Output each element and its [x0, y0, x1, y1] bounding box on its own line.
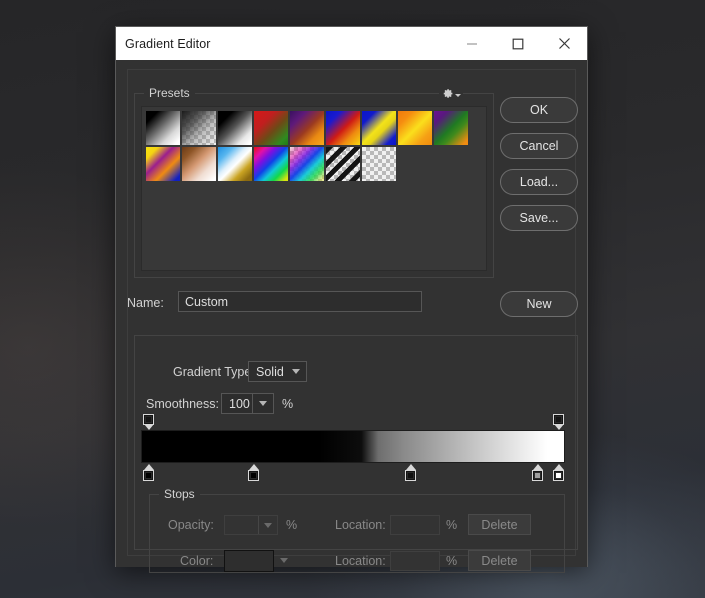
preset-swatch-red-green[interactable] — [254, 111, 288, 145]
stop-swatch — [250, 472, 257, 479]
preset-swatch-orange-yellow-orange[interactable] — [398, 111, 432, 145]
close-button[interactable] — [541, 27, 587, 60]
name-input[interactable] — [178, 291, 422, 312]
save-button[interactable]: Save... — [500, 205, 578, 231]
chevron-down-icon — [292, 369, 300, 374]
preset-swatch-fill — [218, 147, 252, 181]
preset-swatch-foreground-to-background[interactable] — [146, 111, 180, 145]
gear-icon[interactable] — [439, 85, 463, 101]
gradient-editor-dialog: Gradient Editor Presets OK Cancel Load..… — [115, 26, 588, 573]
name-label: Name: — [127, 296, 164, 310]
dialog-body: Presets OK Cancel Load... Save... New Na… — [116, 60, 587, 573]
gradient-type-select[interactable]: Solid — [248, 361, 307, 382]
stop-swatch — [534, 472, 541, 479]
preset-swatch-fill — [362, 111, 396, 145]
smoothness-value: 100 — [229, 396, 250, 411]
color-stop-1[interactable] — [248, 464, 259, 481]
opacity-unit: % — [286, 518, 298, 532]
presets-well[interactable] — [141, 106, 487, 271]
color-stop-4[interactable] — [553, 464, 564, 481]
color-label: Color: — [180, 554, 214, 568]
presets-group: Presets — [134, 85, 494, 278]
smoothness-unit: % — [282, 397, 294, 411]
color-swatch-button[interactable] — [224, 550, 274, 572]
preset-swatch-fill — [290, 147, 324, 181]
preset-swatch-blue-yellow-blue[interactable] — [362, 111, 396, 145]
opacity-stop-0[interactable] — [143, 414, 154, 430]
color-location-input[interactable] — [390, 551, 440, 571]
preset-swatch-copper[interactable] — [182, 147, 216, 181]
preset-swatch-transparent-rainbow[interactable] — [290, 147, 324, 181]
preset-swatch-fill — [254, 147, 288, 181]
dialog-titlebar: Gradient Editor — [116, 27, 587, 60]
preset-swatch-spectrum[interactable] — [254, 147, 288, 181]
opacity-stop-1[interactable] — [553, 414, 564, 430]
gradient-type-label: Gradient Type: — [173, 365, 255, 379]
stop-swatch — [145, 416, 152, 423]
preset-swatch-fill — [398, 111, 432, 145]
gradient-editor-group: Gradient Type: Solid Smoothness: 100 % S… — [134, 335, 578, 573]
gradient-type-value: Solid — [256, 364, 284, 379]
gradient-preview-bar[interactable] — [141, 430, 565, 463]
color-stop-3[interactable] — [532, 464, 543, 481]
opacity-location-input[interactable] — [390, 515, 440, 535]
new-button[interactable]: New — [500, 291, 578, 317]
color-stop-0[interactable] — [143, 464, 154, 481]
preset-swatch-fill — [326, 147, 360, 181]
preset-swatch-fill — [182, 111, 216, 145]
preset-swatch-fill — [146, 147, 180, 181]
color-delete-button[interactable]: Delete — [468, 550, 531, 571]
smoothness-label: Smoothness: — [146, 397, 219, 411]
preset-swatch-fill — [182, 147, 216, 181]
desktop-background: Gradient Editor Presets OK Cancel Load..… — [0, 0, 705, 598]
opacity-label: Opacity: — [168, 518, 214, 532]
maximize-button[interactable] — [495, 27, 541, 60]
opacity-divider — [258, 516, 259, 534]
preset-swatch-transparent-stripes[interactable] — [326, 147, 360, 181]
stops-label: Stops — [159, 487, 200, 501]
preset-swatch-fill — [326, 111, 360, 145]
preset-swatch-foreground-to-transparent[interactable] — [182, 111, 216, 145]
preset-swatch-grid — [146, 111, 484, 183]
cancel-button[interactable]: Cancel — [500, 133, 578, 159]
preset-swatch-violet-orange[interactable] — [290, 111, 324, 145]
chevron-down-icon — [264, 523, 272, 528]
preset-swatch-blue-red-yellow[interactable] — [326, 111, 360, 145]
preset-swatch-yellow-violet-orange-blue[interactable] — [146, 147, 180, 181]
minimize-button[interactable] — [449, 27, 495, 60]
preset-swatch-fill — [362, 147, 396, 181]
preset-swatch-fill — [434, 111, 468, 145]
stop-swatch — [407, 472, 414, 479]
preset-swatch-fill — [146, 111, 180, 145]
gear-caret-icon — [455, 94, 461, 97]
color-location-unit: % — [446, 554, 458, 568]
opacity-input[interactable] — [224, 515, 278, 535]
stops-group: Stops Opacity: % Location: % Delete Colo… — [149, 487, 565, 573]
preset-swatch-black-white[interactable] — [218, 111, 252, 145]
preset-swatch-chrome[interactable] — [218, 147, 252, 181]
stop-swatch — [555, 472, 562, 479]
opacity-location-label: Location: — [335, 518, 386, 532]
load-button[interactable]: Load... — [500, 169, 578, 195]
opacity-location-unit: % — [446, 518, 458, 532]
dialog-title: Gradient Editor — [125, 36, 211, 51]
opacity-delete-button[interactable]: Delete — [468, 514, 531, 535]
preset-swatch-fill — [254, 111, 288, 145]
stop-swatch — [555, 416, 562, 423]
smoothness-select[interactable]: 100 — [221, 393, 274, 414]
stop-swatch — [145, 472, 152, 479]
preset-swatch-transparent[interactable] — [362, 147, 396, 181]
chevron-down-icon — [259, 401, 267, 406]
preset-swatch-fill — [218, 111, 252, 145]
preset-swatch-fill — [290, 111, 324, 145]
ok-button[interactable]: OK — [500, 97, 578, 123]
smoothness-divider — [252, 394, 253, 413]
color-stop-2[interactable] — [405, 464, 416, 481]
presets-label: Presets — [144, 86, 195, 100]
preset-swatch-violet-green-orange[interactable] — [434, 111, 468, 145]
color-location-label: Location: — [335, 554, 386, 568]
chevron-down-icon[interactable] — [280, 558, 288, 563]
